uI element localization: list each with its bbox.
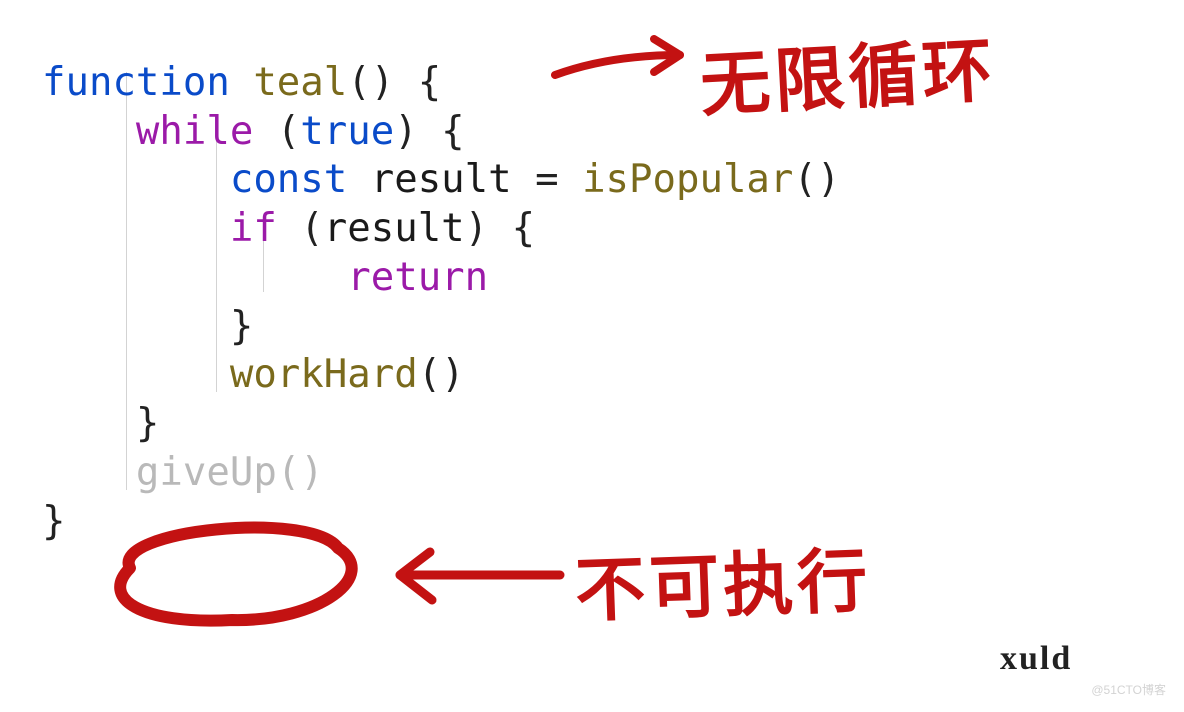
annotation-unreachable: 不可执行 [573,525,872,636]
operator-equals: = [535,157,558,202]
keyword-const: const [230,157,347,202]
dead-code-parens: () [277,450,324,495]
annotation-infinite-loop: 无限循环 [698,14,999,130]
brace-open: { [418,109,465,154]
call-ispopular: isPopular [582,157,793,202]
keyword-function: function [42,60,230,105]
space [559,157,582,202]
dead-code-giveup: giveUp [136,450,277,495]
paren-close: ) [465,206,488,251]
paren-open: ( [253,109,300,154]
parentheses: () [793,157,840,202]
brace-open: { [394,60,441,105]
paren-close: ) [394,109,417,154]
brace-close: } [42,499,65,544]
space [230,60,253,105]
keyword-true: true [300,109,394,154]
variable-result: result [324,206,465,251]
parentheses: () [418,352,465,397]
keyword-while: while [136,109,253,154]
brace-close: } [136,401,159,446]
call-workhard: workHard [230,352,418,397]
brace-open: { [488,206,535,251]
function-name: teal [253,60,347,105]
parentheses: () [347,60,394,105]
paren-open: ( [277,206,324,251]
brace-close: } [230,304,253,349]
signature: xuld [1000,640,1072,678]
arrow-bottom-head [400,552,432,600]
keyword-return: return [347,255,488,300]
watermark: @51CTO博客 [1091,681,1166,698]
variable-result: result [347,157,535,202]
keyword-if: if [230,206,277,251]
